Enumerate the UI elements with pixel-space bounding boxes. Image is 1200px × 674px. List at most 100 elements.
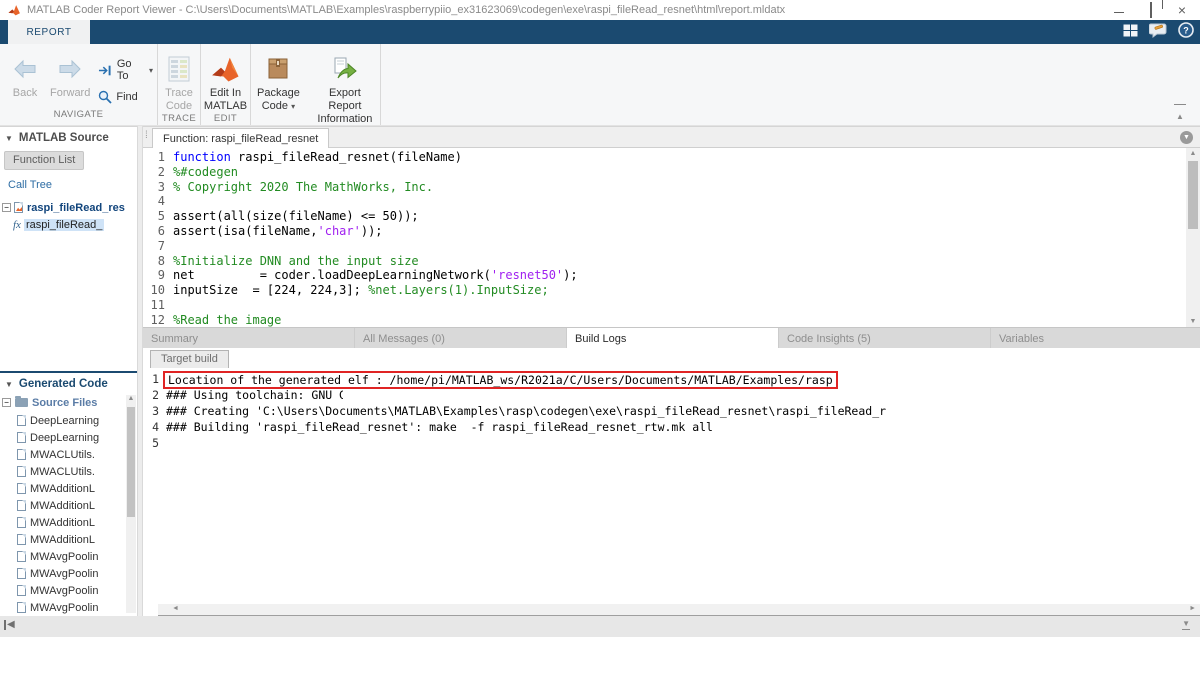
toolbar-group-edit: Edit In MATLAB EDIT	[201, 44, 251, 125]
forward-button[interactable]: Forward	[44, 50, 96, 100]
layout-grid-icon[interactable]	[1122, 23, 1139, 38]
scroll-up-icon[interactable]: ▲	[1186, 150, 1200, 157]
collapse-triangle-icon[interactable]: ▼	[5, 134, 13, 143]
goto-icon	[99, 65, 111, 75]
svg-text:?: ?	[1183, 26, 1189, 36]
scroll-up-icon[interactable]: ▲	[126, 395, 136, 402]
package-icon	[265, 52, 291, 86]
build-log-subtab-row: Target build	[143, 348, 1200, 369]
main-area: ▼ MATLAB Source Function List Call Tree −…	[0, 126, 1200, 637]
source-file-item[interactable]: MWACLUtils.	[0, 463, 126, 480]
dropdown-arrow-icon: ▾	[291, 102, 296, 111]
scroll-left-icon[interactable]: ◄	[172, 605, 179, 612]
code-line: 10 inputSize = [224, 224,3]; %net.Layers(…	[150, 283, 549, 298]
source-file-item[interactable]: MWAvgPoolin	[0, 599, 126, 616]
matlab-source-header: MATLAB Source	[18, 132, 109, 144]
tab-summary[interactable]: Summary	[143, 328, 355, 349]
code-viewer: 1 function raspi_fileRead_resnet(fileName…	[143, 148, 1200, 327]
collapse-panel-icon[interactable]: ◀	[4, 619, 15, 630]
collapse-expander-icon[interactable]: −	[2, 203, 11, 212]
scrollbar-thumb[interactable]	[127, 407, 135, 517]
tab-options-icon[interactable]: ▼	[1180, 131, 1193, 144]
tab-function-raspi-fileread-resnet[interactable]: Function: raspi_fileRead_resnet	[152, 128, 330, 149]
source-file-item[interactable]: DeepLearning	[0, 429, 126, 446]
scroll-down-icon[interactable]: ▼	[1186, 318, 1200, 325]
code-line: 5 assert(all(size(fileName) <= 50));	[157, 209, 419, 224]
tab-variables[interactable]: Variables	[991, 328, 1200, 349]
source-file-item[interactable]: MWAvgPoolin	[0, 565, 126, 582]
generated-code-panel: ▼ Generated Code − Source Files DeepLearn…	[0, 371, 137, 616]
build-log-viewer: 1 Location of the generated elf : /home/p…	[143, 368, 1200, 604]
log-line: 3 ### Creating 'C:\Users\Documents\MATLAB…	[152, 404, 887, 418]
matlab-file-icon	[14, 202, 23, 213]
trace-code-icon	[167, 52, 191, 86]
function-list-button[interactable]: Function List	[4, 151, 85, 170]
source-file-item[interactable]: MWAvgPoolin	[0, 548, 126, 565]
collapse-ribbon-button[interactable]: ▲	[1174, 104, 1186, 124]
source-file-item[interactable]: MWAvgPoolin	[0, 582, 126, 599]
code-line: 7	[157, 238, 165, 253]
tab-code-insights-5[interactable]: Code Insights (5)	[779, 328, 991, 349]
source-file-item[interactable]: MWAdditionL	[0, 480, 126, 497]
toolbar-group-share: Package Code ▾ Export Report Information…	[251, 44, 381, 137]
export-report-icon	[332, 52, 358, 86]
trace-code-button[interactable]: Trace Code	[158, 50, 200, 113]
toolbar-group-navigate: Back Forward Go To ▾ Find NAVIGATE	[0, 44, 158, 125]
matlab-coder-report-viewer-window: MATLAB Coder Report Viewer - C:\Users\Do…	[0, 0, 1200, 637]
code-tab-bar: ⁞ Function: raspi_fileRead_resnet ▼	[143, 126, 1200, 149]
code-lines: 1 function raspi_fileRead_resnet(fileName…	[145, 150, 1200, 327]
tree-item-function-raspi-fileread[interactable]: fx raspi_fileRead_	[0, 216, 137, 233]
tab-all-messages-0[interactable]: All Messages (0)	[355, 328, 567, 349]
goto-button[interactable]: Go To ▾	[98, 58, 153, 82]
overlay-artifact	[343, 389, 643, 399]
horizontal-scrollbar[interactable]: ◄ ►	[158, 604, 1200, 616]
generated-code-header: Generated Code	[18, 378, 108, 390]
file-icon	[17, 551, 26, 562]
sidebar: ▼ MATLAB Source Function List Call Tree −…	[0, 126, 137, 616]
log-line: 4 ### Building 'raspi_fileRead_resnet': m…	[152, 420, 713, 434]
source-file-item[interactable]: MWAdditionL	[0, 514, 126, 531]
scroll-right-icon[interactable]: ►	[1189, 605, 1196, 612]
tab-target-build[interactable]: Target build	[150, 350, 229, 369]
tree-item-raspi-fileread-resnet[interactable]: − raspi_fileRead_res	[0, 199, 137, 216]
collapse-expander-icon[interactable]: −	[2, 398, 11, 407]
source-file-item[interactable]: DeepLearning	[0, 412, 126, 429]
back-button[interactable]: Back	[6, 50, 44, 100]
source-file-item[interactable]: MWACLUtils.	[0, 446, 126, 463]
status-strip: ◀ ▼	[0, 616, 1200, 637]
tab-build-logs[interactable]: Build Logs	[567, 328, 779, 349]
source-file-list: DeepLearning DeepLearning MWACLUtils. MWACL…	[0, 412, 137, 616]
scrollbar-thumb[interactable]	[1188, 161, 1198, 229]
export-report-button[interactable]: Export Report Information	[310, 50, 380, 126]
file-icon	[17, 602, 26, 613]
sidebar-scrollbar[interactable]: ▲	[126, 395, 136, 613]
titlebar: MATLAB Coder Report Viewer - C:\Users\Do…	[0, 0, 1200, 20]
source-file-item[interactable]: MWAdditionL	[0, 497, 126, 514]
find-icon	[99, 90, 112, 104]
drag-grip-icon[interactable]: ⁞	[145, 130, 148, 141]
dropdown-arrow-icon: ▾	[148, 65, 153, 75]
file-icon	[17, 585, 26, 596]
file-icon	[17, 449, 26, 460]
minimize-button[interactable]	[1113, 7, 1124, 13]
log-line: 2 ### Using toolchain: GNU GCC Embedded L…	[152, 388, 464, 402]
collapse-triangle-icon[interactable]: ▼	[5, 380, 13, 389]
tab-report[interactable]: REPORT	[8, 20, 90, 44]
edit-in-matlab-button[interactable]: Edit In MATLAB	[198, 50, 253, 113]
ribbon-tab-bar: REPORT ?	[0, 20, 1200, 44]
feedback-icon[interactable]	[1149, 22, 1168, 38]
go-to-bottom-icon[interactable]: ▼	[1182, 619, 1190, 630]
log-line: 1 Location of the generated elf : /home/p…	[145, 371, 1200, 389]
code-scrollbar[interactable]: ▲ ▼	[1186, 148, 1200, 327]
forward-arrow-icon	[57, 52, 83, 86]
close-button[interactable]: ×	[1178, 3, 1186, 17]
call-tree-link[interactable]: Call Tree	[8, 179, 137, 191]
help-icon[interactable]: ?	[1178, 22, 1194, 38]
tree-item-source-files[interactable]: − Source Files	[0, 394, 137, 411]
find-button[interactable]: Find	[98, 90, 153, 104]
package-code-button[interactable]: Package Code ▾	[251, 50, 306, 113]
toolbar: Back Forward Go To ▾ Find NAVIGATE Trace…	[0, 44, 1200, 137]
source-file-item[interactable]: MWAdditionL	[0, 531, 126, 548]
matlab-logo-icon	[8, 5, 20, 16]
restore-button[interactable]	[1149, 2, 1152, 18]
